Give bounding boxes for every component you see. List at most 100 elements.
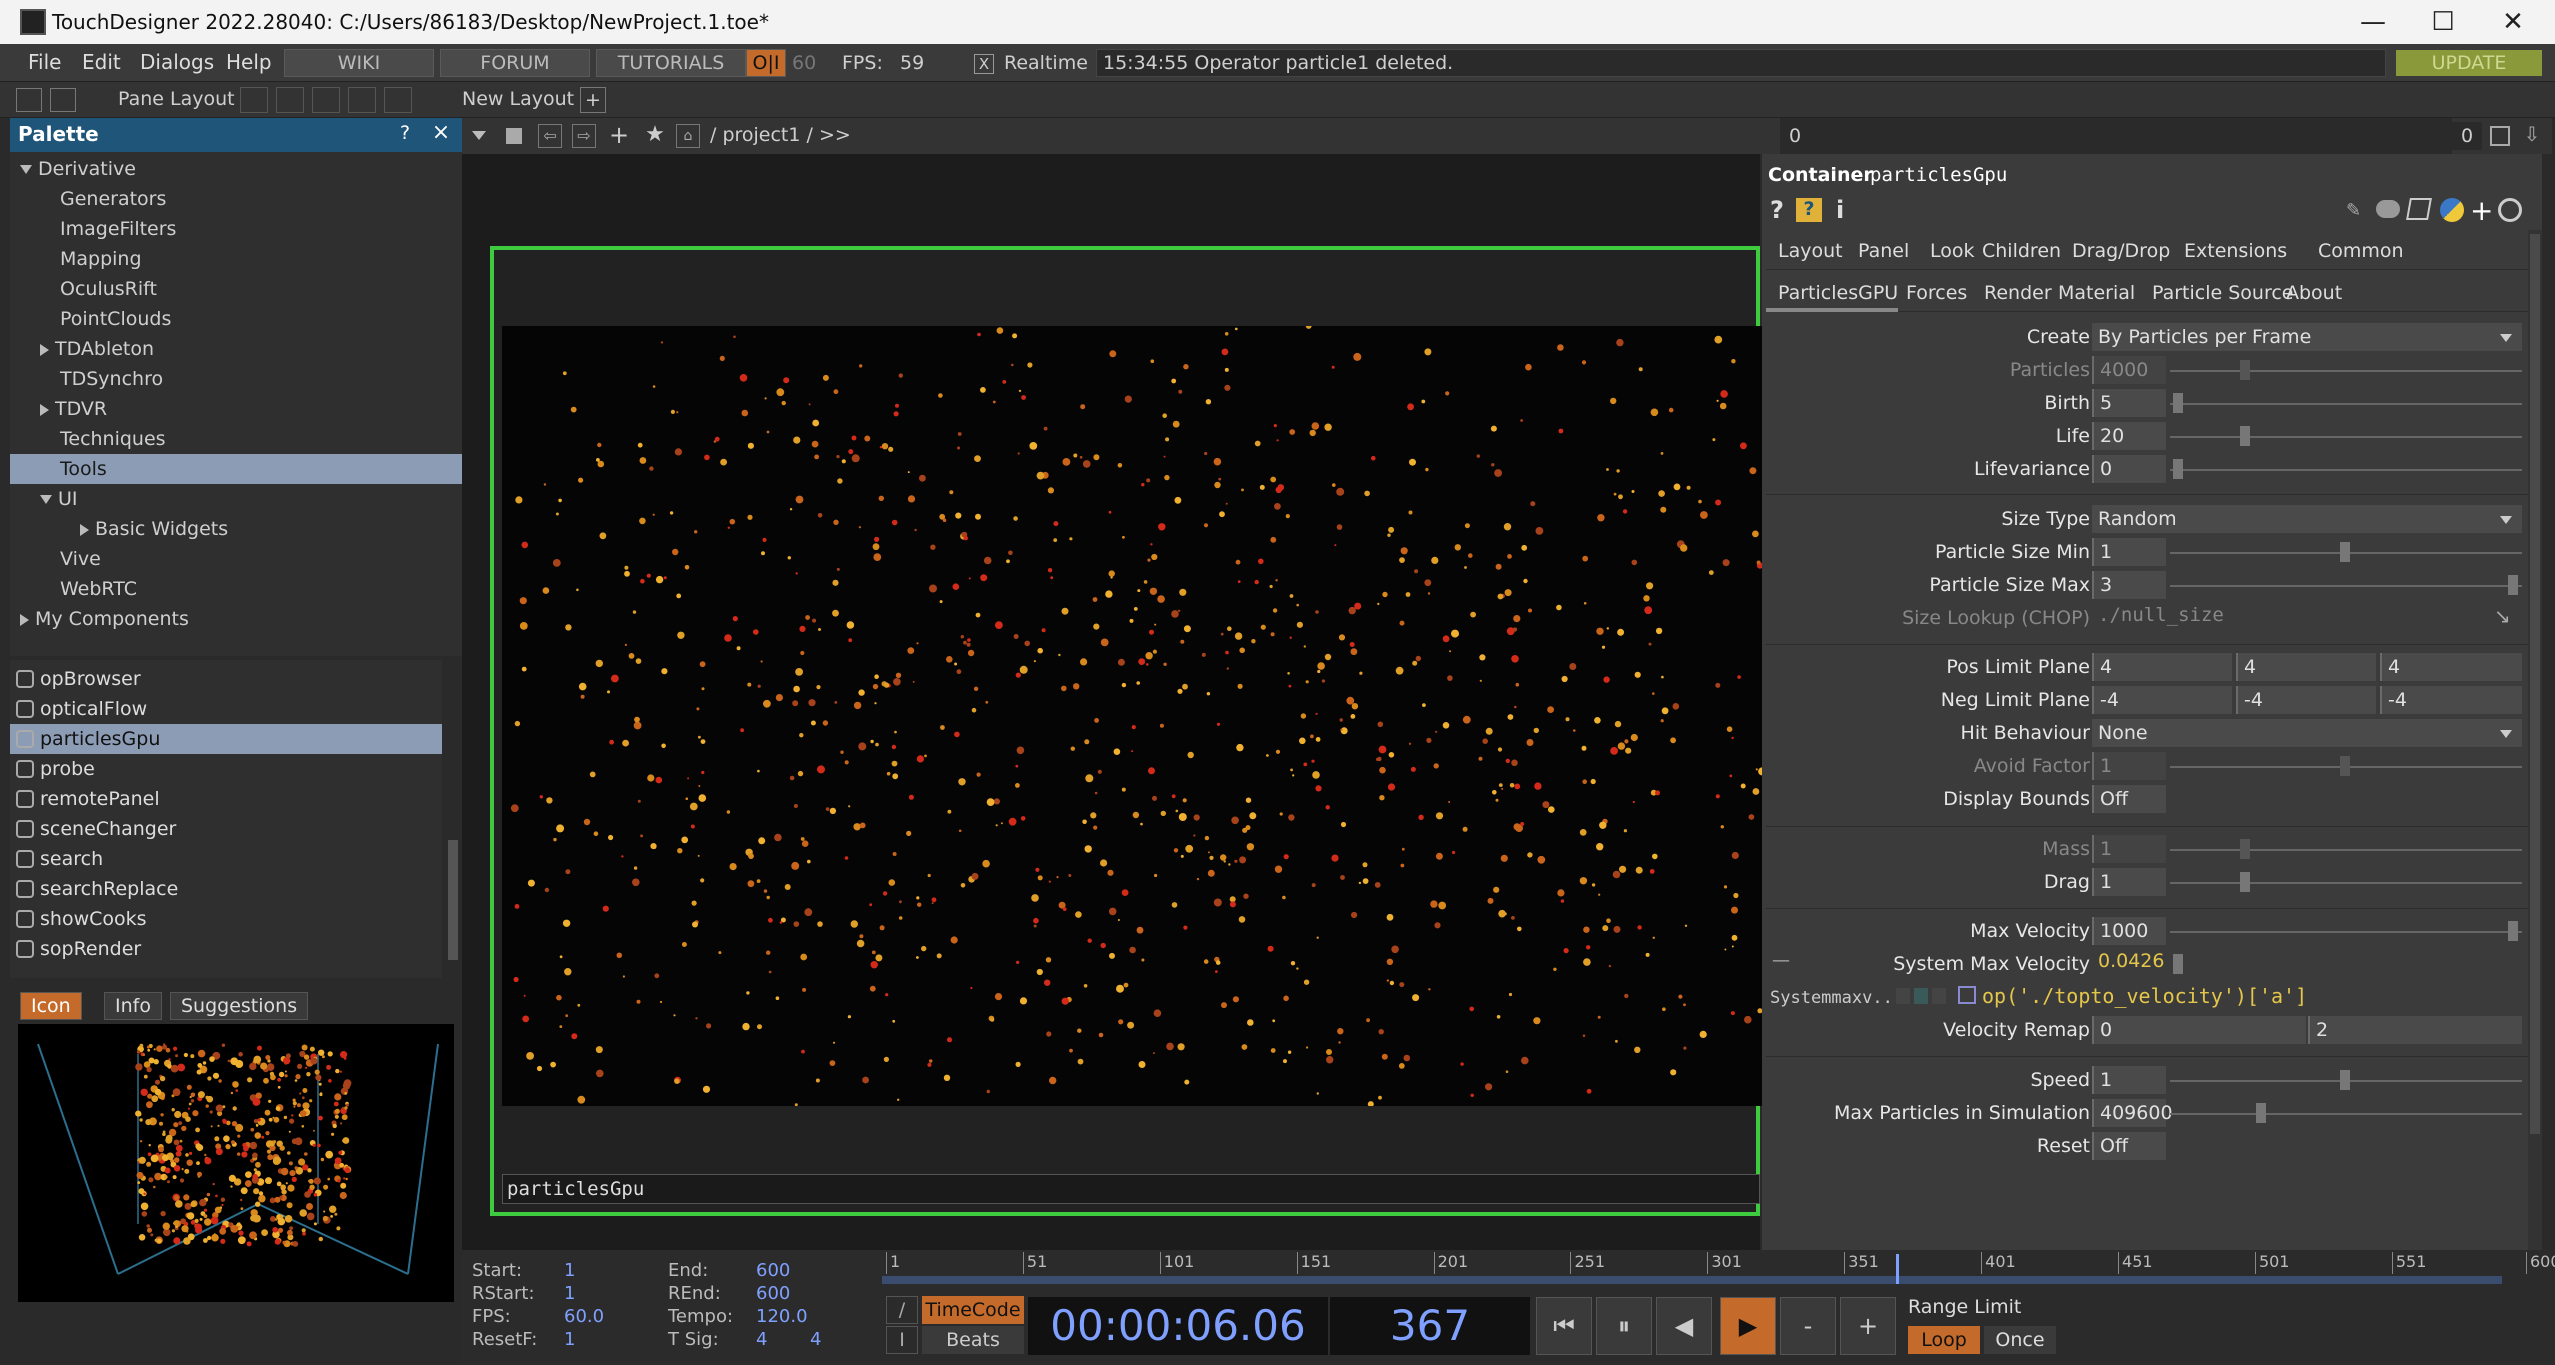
param-page-tab[interactable]: Look xyxy=(1930,240,1975,262)
speed-field[interactable]: 1 xyxy=(2092,1066,2166,1094)
layout-single-icon[interactable] xyxy=(240,87,268,113)
target-icon[interactable] xyxy=(2498,198,2522,222)
network-menu-icon[interactable] xyxy=(472,131,486,140)
palette-tree-item[interactable]: My Components xyxy=(10,604,462,634)
birth-slider-knob[interactable] xyxy=(2173,393,2183,413)
end-value[interactable]: 600 xyxy=(756,1260,790,1281)
reset-button[interactable]: Off xyxy=(2092,1132,2166,1160)
collapsed-arrow-icon[interactable] xyxy=(40,403,49,416)
palette-tree-item[interactable]: WebRTC xyxy=(10,574,462,604)
timecode-toggle[interactable]: TimeCode xyxy=(922,1296,1024,1324)
bookmark-star-icon[interactable]: ★ xyxy=(642,122,668,148)
layout-three-icon[interactable] xyxy=(348,87,376,113)
resetf-value[interactable]: 1 xyxy=(564,1329,575,1350)
lifevariance-field[interactable]: 0 xyxy=(2092,455,2166,483)
sizemax-slider[interactable] xyxy=(2170,585,2522,587)
param-page-tab[interactable]: Render xyxy=(1984,282,2052,304)
tab-suggestions[interactable]: Suggestions xyxy=(170,992,309,1020)
anchor-icon[interactable] xyxy=(50,88,76,112)
expanded-arrow-icon[interactable] xyxy=(20,165,32,174)
param-page-tab[interactable]: Extensions xyxy=(2184,240,2287,262)
component-list-item[interactable]: sceneChanger xyxy=(10,814,442,844)
menu-dialogs[interactable]: Dialogs xyxy=(140,50,214,74)
rewind-button[interactable]: ⏮ xyxy=(1536,1297,1592,1355)
layout-four-icon[interactable] xyxy=(384,87,412,113)
slash-button[interactable]: / xyxy=(886,1296,918,1324)
back-icon[interactable]: ⇦ xyxy=(538,124,562,148)
param-page-tab[interactable]: Particle Source xyxy=(2152,282,2294,304)
palette-tree-item[interactable]: Vive xyxy=(10,544,462,574)
sizemax-field[interactable]: 3 xyxy=(2092,571,2166,599)
component-list-item[interactable]: particlesGpu xyxy=(10,724,442,754)
drag-slider[interactable] xyxy=(2170,882,2522,884)
minimize-button[interactable]: — xyxy=(2343,4,2403,40)
sizemax-slider-knob[interactable] xyxy=(2508,575,2518,595)
tutorials-button[interactable]: TUTORIALS xyxy=(596,49,746,77)
lifevariance-slider-knob[interactable] xyxy=(2173,459,2183,479)
timeline-range-bar[interactable] xyxy=(882,1276,2502,1284)
expr-mode-icon[interactable] xyxy=(1914,988,1928,1004)
palette-help-button[interactable]: ? xyxy=(392,122,418,148)
wiki-button[interactable]: WIKI xyxy=(284,49,434,77)
step-back-button[interactable]: ◀ xyxy=(1656,1297,1712,1355)
sysmaxvel-value[interactable]: 0.0426 xyxy=(2098,950,2164,972)
palette-close-button[interactable]: × xyxy=(428,120,454,146)
tsig-b-value[interactable]: 4 xyxy=(810,1329,821,1350)
component-list-item[interactable]: opticalFlow xyxy=(10,694,442,724)
python-icon[interactable] xyxy=(2440,198,2464,222)
palette-tree-item[interactable]: Basic Widgets xyxy=(10,514,462,544)
start-value[interactable]: 1 xyxy=(564,1260,575,1281)
life-slider[interactable] xyxy=(2170,436,2522,438)
maxvel-slider-knob[interactable] xyxy=(2508,921,2518,941)
add-op-icon[interactable]: + xyxy=(606,122,632,148)
component-list-item[interactable]: sopRender xyxy=(10,934,442,964)
playhead[interactable] xyxy=(1896,1254,1899,1284)
sizemin-slider-knob[interactable] xyxy=(2340,542,2350,562)
expr-mode-icon[interactable] xyxy=(1932,988,1946,1004)
beats-toggle[interactable]: Beats xyxy=(922,1326,1024,1354)
loop-toggle[interactable]: Loop xyxy=(1908,1326,1980,1354)
add-layout-button[interactable]: + xyxy=(580,87,606,113)
param-page-tab[interactable]: Children xyxy=(1982,240,2061,262)
maxparticles-field[interactable]: 409600 xyxy=(2092,1099,2173,1127)
play-button[interactable]: ▶ xyxy=(1720,1297,1776,1355)
palette-tree-item[interactable]: Mapping xyxy=(10,244,462,274)
expand-icon[interactable] xyxy=(16,88,42,112)
param-page-tab[interactable]: Forces xyxy=(1906,282,1967,304)
pencil-icon[interactable]: ✎ xyxy=(2346,200,2366,221)
home-icon[interactable]: ⌂ xyxy=(676,124,700,148)
hit-menu[interactable]: None xyxy=(2092,719,2522,747)
tsig-a-value[interactable]: 4 xyxy=(756,1329,767,1350)
i-button[interactable]: I xyxy=(886,1326,918,1354)
menu-help[interactable]: Help xyxy=(226,50,272,74)
lifevariance-slider[interactable] xyxy=(2170,469,2522,471)
python-help-icon[interactable]: ? xyxy=(1796,198,1822,222)
frame-display[interactable]: 367 xyxy=(1330,1297,1530,1355)
maxparticles-slider[interactable] xyxy=(2170,1113,2522,1115)
poslimit-x-field[interactable]: 4 xyxy=(2092,653,2232,681)
new-layout-label[interactable]: New Layout xyxy=(462,88,574,110)
sysmaxvel-slider-knob[interactable] xyxy=(2173,954,2183,974)
component-list-item[interactable]: remotePanel xyxy=(10,784,442,814)
sizelookup-field[interactable]: ./null_size xyxy=(2098,604,2224,626)
param-page-tab[interactable]: Panel xyxy=(1858,240,1909,262)
expanded-arrow-icon[interactable] xyxy=(40,495,52,504)
bounds-toggle[interactable]: Off xyxy=(2092,785,2166,813)
rstart-value[interactable]: 1 xyxy=(564,1283,575,1304)
maximize-pane-icon[interactable] xyxy=(2490,126,2510,146)
realtime-checkbox[interactable]: X xyxy=(974,54,994,74)
palette-tree-item[interactable]: ImageFilters xyxy=(10,214,462,244)
param-page-tab[interactable]: Drag/Drop xyxy=(2072,240,2170,262)
drag-field[interactable]: 1 xyxy=(2092,868,2166,896)
slower-button[interactable]: - xyxy=(1780,1297,1836,1355)
expr-mode-icon[interactable] xyxy=(1896,988,1910,1004)
add-param-icon[interactable]: + xyxy=(2470,194,2493,227)
maxvel-slider[interactable] xyxy=(2170,931,2522,933)
op-name-label[interactable]: particlesGpu xyxy=(1870,164,2007,186)
param-page-tab[interactable]: Material xyxy=(2058,282,2135,304)
update-button[interactable]: UPDATE xyxy=(2396,50,2542,76)
velremap-max-field[interactable]: 2 xyxy=(2308,1016,2522,1044)
oi-toggle[interactable]: O|I xyxy=(746,49,786,77)
sysmaxvel-expression[interactable]: op('./topto_velocity')['a'] xyxy=(1982,984,2307,1008)
param-page-tab[interactable]: Common xyxy=(2318,240,2404,262)
